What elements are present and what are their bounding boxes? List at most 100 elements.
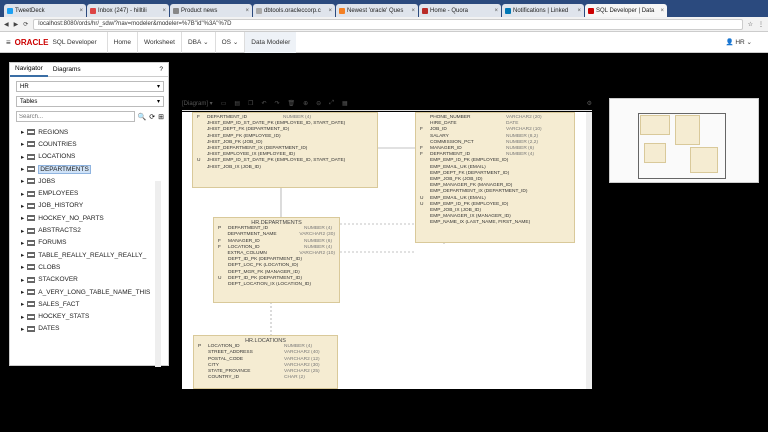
tab-diagrams[interactable]: Diagrams (48, 63, 86, 77)
chevron-down-icon: ▾ (156, 84, 160, 90)
print-icon[interactable]: ▤ (234, 100, 240, 107)
tree-item[interactable]: ▸ SALES_FACT (10, 298, 168, 310)
search-input[interactable] (16, 111, 135, 122)
favicon-icon (339, 7, 345, 14)
close-icon[interactable]: × (245, 8, 249, 14)
hamburger-icon[interactable]: ≡ (6, 38, 11, 47)
tab-dba[interactable]: DBA ⌄ (180, 31, 215, 53)
tree-item[interactable]: ▸ EMPLOYEES (10, 187, 168, 199)
tree-item-label: DATES (38, 325, 60, 333)
expand-icon[interactable]: ▸ (21, 190, 24, 198)
reload-icon[interactable]: ⟳ (23, 21, 28, 28)
tree-item[interactable]: ▸ JOBS (10, 175, 168, 187)
fit-icon[interactable]: ⤢ (329, 100, 334, 107)
tree-item[interactable]: ▸ DEPARTMENTS (10, 163, 168, 175)
tab-os[interactable]: OS ⌄ (214, 31, 245, 53)
tab-home[interactable]: Home (106, 31, 137, 53)
expand-icon[interactable]: ▸ (21, 313, 24, 321)
diagram-minimap[interactable] (609, 98, 759, 183)
add-icon[interactable]: ⊞ (158, 113, 164, 121)
browser-tab[interactable]: dbtools.oracleccorp.c × (253, 4, 335, 17)
expand-icon[interactable]: ▸ (21, 165, 24, 173)
expand-icon[interactable]: ▸ (21, 202, 24, 210)
close-icon[interactable]: × (494, 8, 498, 14)
close-icon[interactable]: × (79, 8, 83, 14)
tree-item[interactable]: ▸ STACKOVER (10, 274, 168, 286)
expand-icon[interactable]: ▸ (21, 128, 24, 136)
entity-departments[interactable]: HR.DEPARTMENTS P DEPARTMENT_ID NUMBER (4) DE… (213, 217, 340, 303)
star-icon[interactable]: ☆ (748, 21, 753, 28)
close-icon[interactable]: × (162, 8, 166, 14)
undo-icon[interactable]: ↶ (261, 100, 266, 107)
expand-icon[interactable]: ▸ (21, 288, 24, 296)
diagram-dropdown[interactable]: [Diagram] ▾ (182, 100, 213, 107)
tree-item[interactable]: ▸ TABLE_REALLY_REALLY_REALLY_ (10, 249, 168, 261)
redo-icon[interactable]: ↷ (274, 100, 279, 107)
expand-icon[interactable]: ▸ (21, 214, 24, 222)
browser-tab[interactable]: Home - Quora × (419, 4, 501, 17)
tree-item[interactable]: ▸ REGIONS (10, 126, 168, 138)
entity-employees[interactable]: PHONE_NUMBER VARCHAR2 (20) HIRE_DATE DATE F J… (415, 112, 575, 243)
expand-icon[interactable]: ▸ (21, 263, 24, 271)
expand-icon[interactable]: ▸ (21, 251, 24, 259)
navigator-scrollbar[interactable] (155, 181, 161, 367)
tree-item[interactable]: ▸ A_VERY_LONG_TABLE_NAME_THIS (10, 286, 168, 298)
expand-icon[interactable]: ▸ (21, 153, 24, 161)
expand-icon[interactable]: ▸ (21, 300, 24, 308)
close-icon[interactable]: × (577, 8, 581, 14)
settings-icon[interactable]: ⚙ (587, 100, 592, 107)
save-icon[interactable]: ▭ (221, 100, 227, 107)
search-icon[interactable]: 🔍 (138, 113, 147, 121)
browser-tab[interactable]: SQL Developer | Data × (585, 4, 667, 17)
back-icon[interactable]: ◀ (4, 21, 9, 28)
tree-item[interactable]: ▸ LOCATIONS (10, 151, 168, 163)
diagram-canvas[interactable]: F DEPARTMENT_ID NUMBER (4) JHIST_EMP_ID_ST_… (182, 112, 592, 389)
tab-label: dbtools.oracleccorp.c (264, 7, 321, 14)
tab-worksheet[interactable]: Worksheet (137, 31, 181, 53)
schema-select[interactable]: HR ▾ (16, 81, 164, 92)
forward-icon[interactable]: ▶ (14, 21, 19, 28)
object-type-select[interactable]: Tables ▾ (16, 96, 164, 107)
expand-icon[interactable]: ▸ (21, 325, 24, 333)
close-icon[interactable]: × (411, 8, 415, 14)
expand-icon[interactable]: ▸ (21, 227, 24, 235)
copy-icon[interactable]: ❐ (248, 100, 253, 107)
tree-item[interactable]: ▸ DATES (10, 323, 168, 335)
tree-item[interactable]: ▸ JOB_HISTORY (10, 200, 168, 212)
browser-tab[interactable]: Newest 'oracle' Ques × (336, 4, 418, 17)
tab-data-modeler[interactable]: Data Modeler (244, 31, 297, 53)
expand-icon[interactable]: ▸ (21, 239, 24, 247)
close-icon[interactable]: × (328, 8, 332, 14)
canvas-scrollbar[interactable] (586, 112, 592, 389)
user-icon: 👤 (725, 39, 734, 46)
browser-tab[interactable]: TweetDeck × (4, 4, 86, 17)
expand-icon[interactable]: ▸ (21, 140, 24, 148)
tab-navigator[interactable]: Navigator (10, 63, 48, 77)
entity-locations[interactable]: HR.LOCATIONS P LOCATION_ID NUMBER (4) STREET… (193, 335, 338, 389)
favicon-icon (256, 7, 262, 14)
zoom-out-icon[interactable]: ⊖ (316, 100, 321, 107)
url-field[interactable]: localhost:8080/ords/hr/_sdw/?nav=modeler… (33, 18, 743, 30)
expand-icon[interactable]: ▸ (21, 177, 24, 185)
refresh-icon[interactable]: ⟳ (149, 113, 155, 121)
tree-item-label: HOCKEY_NO_PARTS (38, 214, 104, 222)
close-icon[interactable]: × (660, 8, 664, 14)
zoom-in-icon[interactable]: ⊕ (303, 100, 308, 107)
tree-item[interactable]: ▸ ABSTRACTS2 (10, 224, 168, 236)
help-icon[interactable]: ? (154, 63, 168, 77)
delete-icon[interactable]: 🗑 (288, 100, 296, 107)
layout-icon[interactable]: ▦ (342, 100, 348, 107)
expand-icon[interactable]: ▸ (21, 276, 24, 284)
tree-item[interactable]: ▸ COUNTRIES (10, 138, 168, 150)
browser-tab[interactable]: Product news × (170, 4, 252, 17)
tree-item-label: LOCATIONS (38, 153, 76, 161)
browser-tab[interactable]: Notifications | Linked × (502, 4, 584, 17)
browser-tab[interactable]: Inbox (247) - hilltili × (87, 4, 169, 17)
tree-item[interactable]: ▸ CLOBS (10, 261, 168, 273)
menu-icon[interactable]: ⋮ (758, 21, 764, 28)
user-menu[interactable]: 👤 HR ⌄ (725, 38, 752, 46)
tree-item[interactable]: ▸ HOCKEY_NO_PARTS (10, 212, 168, 224)
tree-item[interactable]: ▸ HOCKEY_STATS (10, 310, 168, 322)
entity-job-history[interactable]: F DEPARTMENT_ID NUMBER (4) JHIST_EMP_ID_ST_… (192, 112, 378, 188)
tree-item[interactable]: ▸ FORUMS (10, 237, 168, 249)
